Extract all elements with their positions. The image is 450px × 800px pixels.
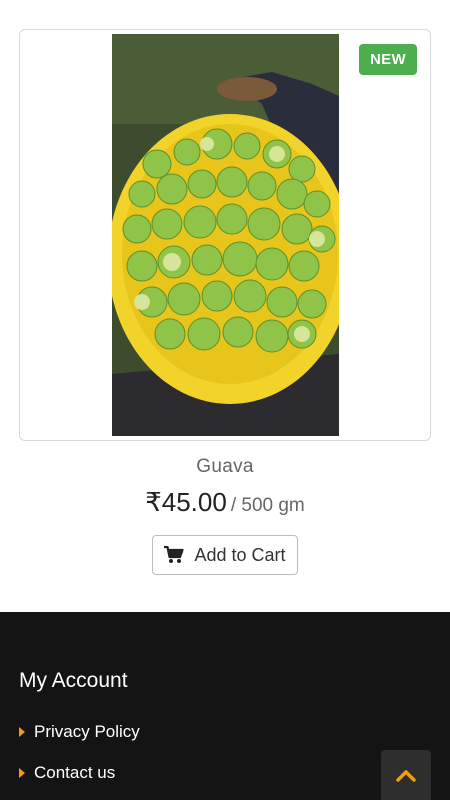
caret-right-icon: [19, 727, 25, 737]
footer-link-label: Contact us: [34, 763, 116, 782]
footer-link-contact-us[interactable]: Contact us: [19, 763, 115, 783]
new-badge: NEW: [359, 44, 417, 75]
guava-photo: [112, 34, 339, 436]
product-image[interactable]: [112, 34, 339, 436]
chevron-up-icon: [396, 770, 416, 782]
product-name[interactable]: Guava: [0, 456, 450, 478]
product-price: ₹45.00: [145, 487, 227, 517]
caret-right-icon: [19, 768, 25, 778]
price-row: ₹45.00/ 500 gm: [0, 487, 450, 518]
footer-link-label: Privacy Policy: [34, 722, 140, 741]
product-card[interactable]: NEW: [19, 29, 431, 441]
add-to-cart-label: Add to Cart: [194, 544, 286, 565]
add-to-cart-button[interactable]: Add to Cart: [152, 535, 298, 575]
shopping-cart-icon: [164, 546, 185, 563]
footer-link-privacy-policy[interactable]: Privacy Policy: [19, 722, 140, 742]
scroll-to-top-button[interactable]: [381, 750, 431, 800]
footer-heading: My Account: [19, 669, 128, 692]
product-unit: / 500 gm: [230, 495, 305, 516]
